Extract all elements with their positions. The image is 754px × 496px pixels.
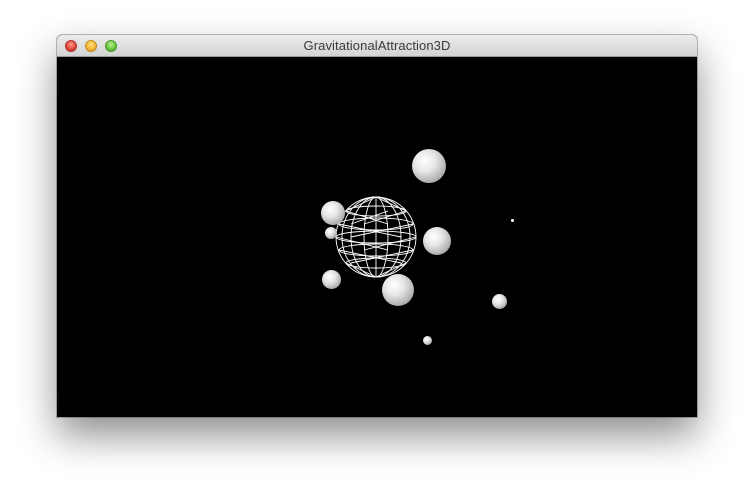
sketch-canvas[interactable] xyxy=(57,57,697,417)
wireframe-sun xyxy=(335,196,417,278)
planet-sphere xyxy=(322,270,341,289)
planet-sphere xyxy=(382,274,414,306)
window-title: GravitationalAttraction3D xyxy=(303,38,451,53)
planet-sphere xyxy=(321,201,345,225)
planet-sphere xyxy=(423,227,451,255)
planet-sphere xyxy=(423,336,432,345)
planet-sphere xyxy=(412,149,446,183)
planet-sphere xyxy=(325,227,337,239)
title-bar[interactable]: GravitationalAttraction3D xyxy=(57,35,697,57)
distant-planet-dot xyxy=(511,219,514,222)
wireframe-lines xyxy=(335,196,417,278)
planet-sphere xyxy=(492,294,507,309)
app-window: GravitationalAttraction3D xyxy=(57,35,697,417)
